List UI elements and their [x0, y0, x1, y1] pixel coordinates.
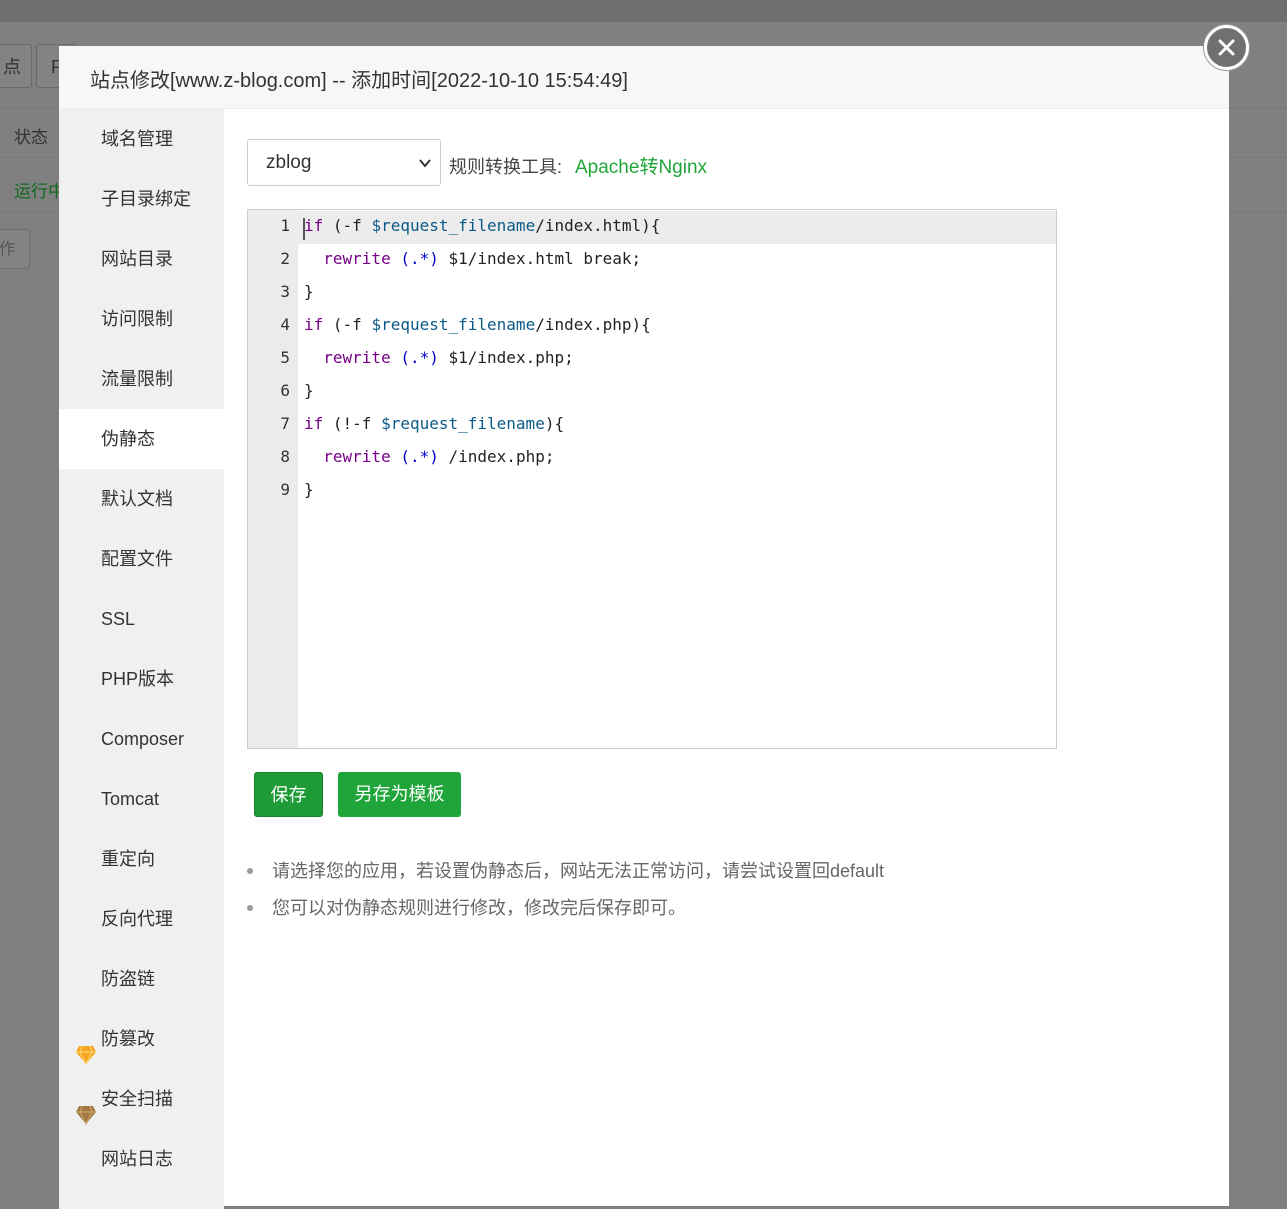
- sidebar-item[interactable]: 访问限制: [59, 289, 224, 349]
- sidebar-item-label: 默认文档: [101, 489, 173, 509]
- sidebar-item[interactable]: 反向代理: [59, 889, 224, 949]
- sidebar-item-label: 防盗链: [101, 969, 155, 989]
- sidebar-item-label: PHP版本: [101, 669, 175, 689]
- code-line: rewrite (.*) $1/index.html break;: [323, 249, 642, 268]
- sidebar-item-label: SSL: [101, 609, 136, 629]
- line-number: 3: [280, 282, 290, 301]
- sidebar-item[interactable]: 网站日志: [59, 1129, 224, 1189]
- code-line: rewrite (.*) $1/index.php;: [323, 348, 574, 367]
- sidebar-item-label: 反向代理: [101, 909, 173, 929]
- sidebar-item-label: 网站目录: [101, 249, 173, 269]
- sidebar-item[interactable]: SSL: [59, 589, 224, 649]
- code-line: rewrite (.*) /index.php;: [323, 447, 555, 466]
- sidebar-item[interactable]: Composer: [59, 709, 224, 769]
- sidebar-item-label: 访问限制: [101, 309, 173, 329]
- tip-text: 请选择您的应用，若设置伪静态后，网站无法正常访问，请尝试设置回default: [272, 861, 885, 881]
- code-line: }: [304, 381, 314, 400]
- apache-to-nginx-link[interactable]: Apache转Nginx: [575, 152, 707, 179]
- rewrite-panel: zblog 规则转换工具: Apache转Nginx 1 if (-f $requ…: [224, 109, 1229, 1209]
- line-number: 4: [280, 315, 290, 334]
- sidebar-item[interactable]: 网站目录: [59, 229, 224, 289]
- tip-item: 请选择您的应用，若设置伪静态后，网站无法正常访问，请尝试设置回default: [247, 857, 884, 894]
- tip-item: 您可以对伪静态规则进行修改，修改完后保存即可。: [247, 894, 884, 931]
- sidebar-item-label: 子目录绑定: [101, 189, 191, 209]
- code-line: if (!-f $request_filename){: [304, 414, 565, 433]
- sidebar-item-label: 流量限制: [101, 369, 173, 389]
- rule-convert-label: 规则转换工具:: [449, 157, 563, 177]
- sidebar-item[interactable]: 安全扫描: [59, 1069, 224, 1129]
- save-as-template-button[interactable]: 另存为模板: [338, 772, 461, 817]
- background-status-header: 状态: [14, 128, 48, 147]
- sidebar-item[interactable]: 子目录绑定: [59, 169, 224, 229]
- sidebar-item-label: 安全扫描: [101, 1089, 173, 1109]
- line-number: 7: [280, 414, 290, 433]
- line-number: 2: [280, 249, 290, 268]
- gem-brown-icon: [75, 1089, 97, 1126]
- sidebar-item[interactable]: 防盗链: [59, 949, 224, 1009]
- code-line: if (-f $request_filename/index.php){: [304, 315, 651, 334]
- sidebar-item-label: 重定向: [101, 849, 155, 869]
- background-status-value: 运行中: [14, 182, 65, 201]
- site-edit-modal: 站点修改[www.z-blog.com] -- 添加时间[2022-10-10 …: [59, 46, 1229, 1209]
- sidebar-item-label: 域名管理: [101, 129, 173, 149]
- sidebar-item-label: 防篡改: [101, 1029, 155, 1049]
- line-number: 9: [280, 480, 290, 499]
- line-number: 5: [280, 348, 290, 367]
- help-tips: 请选择您的应用，若设置伪静态后，网站无法正常访问，请尝试设置回default 您…: [247, 857, 884, 931]
- modal-sidebar: 域名管理子目录绑定网站目录访问限制流量限制伪静态默认文档配置文件 SSL PHP版本…: [59, 109, 224, 1209]
- code-line: }: [304, 480, 314, 499]
- background-add-site-button: 点: [0, 44, 32, 88]
- chevron-down-icon: [418, 156, 432, 175]
- sidebar-item[interactable]: Tomcat: [59, 769, 224, 829]
- line-number: 6: [280, 381, 290, 400]
- sidebar-item[interactable]: 域名管理: [59, 109, 224, 169]
- sidebar-item[interactable]: 重定向: [59, 829, 224, 889]
- code-line: }: [304, 282, 314, 301]
- gem-gold-icon: [75, 1029, 97, 1066]
- line-number: 1: [280, 216, 290, 235]
- sidebar-item[interactable]: 伪静态: [59, 409, 224, 469]
- sidebar-item-label: Composer: [101, 729, 185, 749]
- rewrite-code-editor[interactable]: 1 if (-f $request_filename/index.html){2 …: [247, 209, 1057, 749]
- sidebar-item[interactable]: 流量限制: [59, 349, 224, 409]
- modal-header: 站点修改[www.z-blog.com] -- 添加时间[2022-10-10 …: [59, 46, 1229, 109]
- tip-text: 您可以对伪静态规则进行修改，修改完后保存即可。: [272, 898, 686, 918]
- background-batch-op-button: 作: [0, 229, 30, 269]
- sidebar-item-label: 网站日志: [101, 1149, 173, 1169]
- sidebar-item-label: 配置文件: [101, 549, 173, 569]
- sidebar-item[interactable]: 防篡改: [59, 1009, 224, 1069]
- sidebar-item-label: 伪静态: [101, 429, 155, 449]
- sidebar-item[interactable]: 配置文件: [59, 529, 224, 589]
- rewrite-template-select[interactable]: zblog: [247, 139, 441, 186]
- sidebar-item[interactable]: 默认文档: [59, 469, 224, 529]
- bullet-icon: [247, 905, 253, 911]
- line-number: 8: [280, 447, 290, 466]
- close-button[interactable]: [1204, 25, 1249, 70]
- bullet-icon: [247, 868, 253, 874]
- modal-title: 站点修改[www.z-blog.com] -- 添加时间[2022-10-10 …: [90, 70, 628, 92]
- sidebar-item-label: Tomcat: [101, 789, 160, 809]
- background-topbar: [0, 0, 1287, 22]
- code-line: if (-f $request_filename/index.html){: [304, 216, 661, 235]
- rewrite-template-value: zblog: [266, 152, 312, 173]
- sidebar-item[interactable]: PHP版本: [59, 649, 224, 709]
- save-button[interactable]: 保存: [254, 772, 323, 817]
